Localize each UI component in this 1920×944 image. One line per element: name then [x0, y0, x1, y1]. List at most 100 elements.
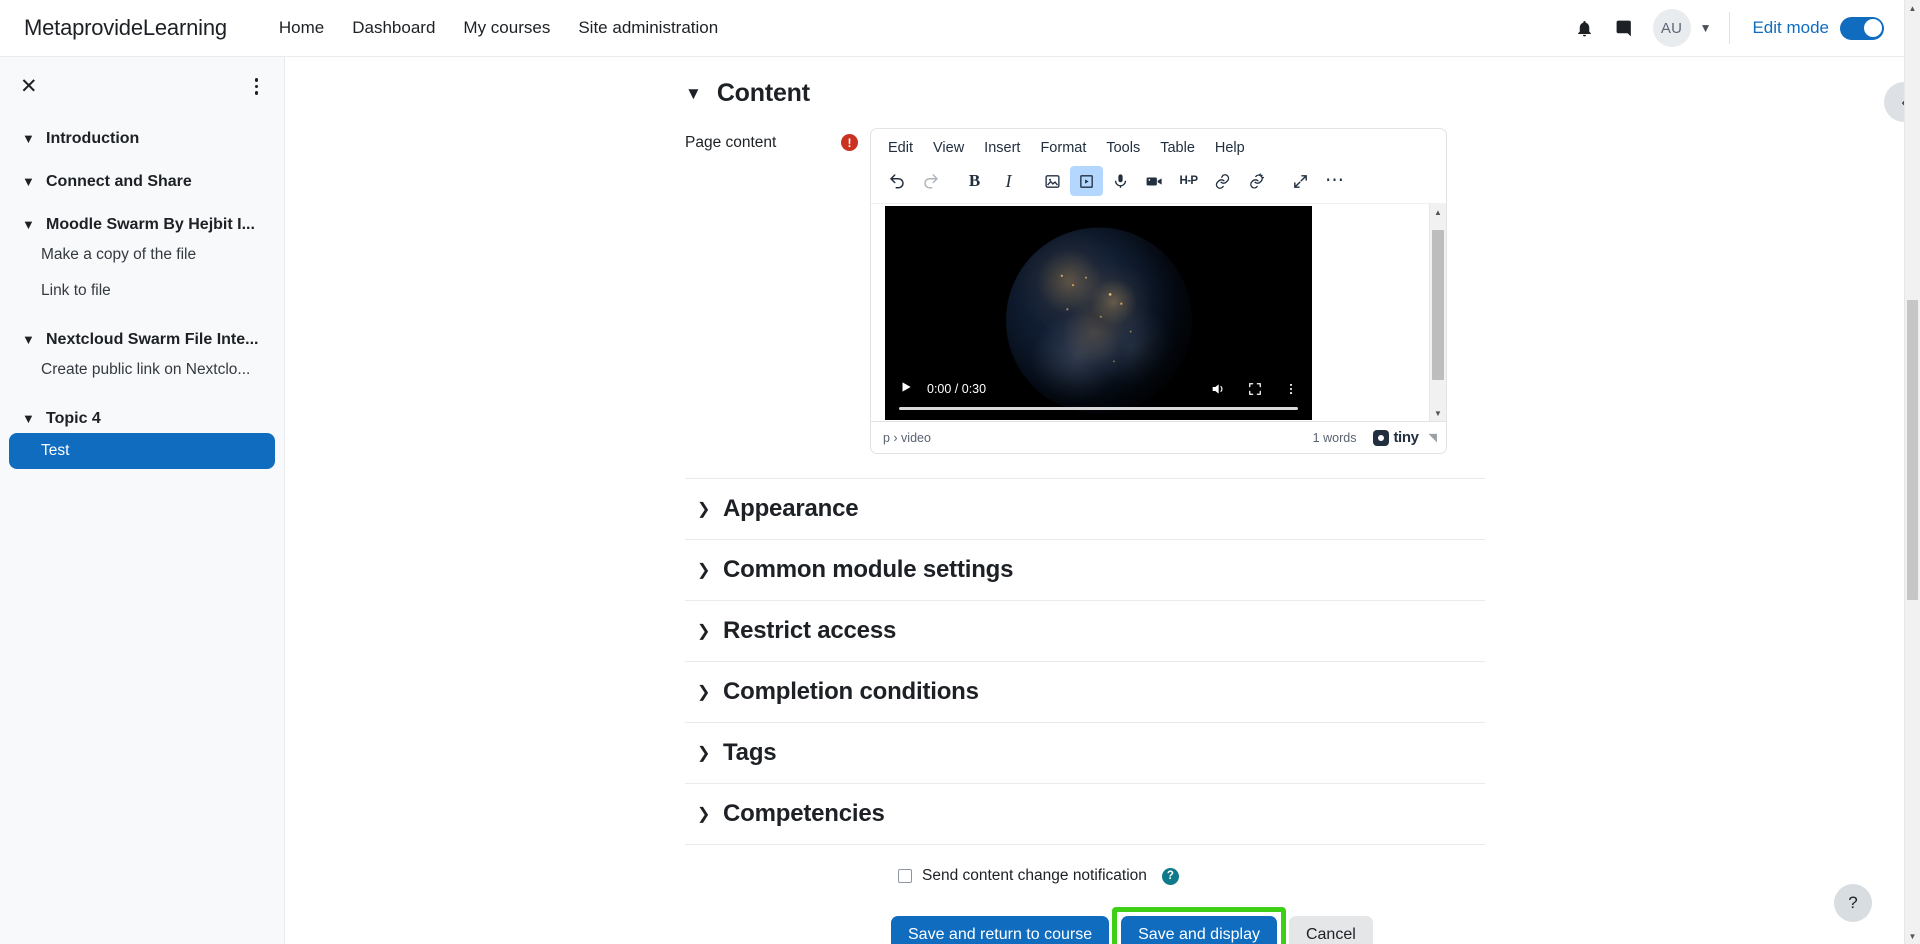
editor-menubar: Edit View Insert Format Tools Table Help: [871, 129, 1446, 163]
kebab-menu-icon[interactable]: [1284, 382, 1298, 396]
play-icon[interactable]: [899, 380, 913, 399]
editor-menu-format[interactable]: Format: [1031, 137, 1095, 159]
sidebar-section-header[interactable]: ▼ Topic 4: [0, 407, 284, 431]
chevron-right-icon: ❯: [697, 745, 711, 762]
send-content-change-notification-checkbox[interactable]: [898, 869, 912, 883]
sidebar-section-header[interactable]: ▼ Introduction: [0, 127, 284, 151]
editor-menu-insert[interactable]: Insert: [975, 137, 1029, 159]
form-action-buttons: Save and return to course Save and displ…: [685, 907, 1485, 944]
user-menu-button[interactable]: AU ▼: [1652, 9, 1712, 47]
volume-icon[interactable]: [1210, 381, 1226, 397]
editor-menu-table[interactable]: Table: [1151, 137, 1204, 159]
more-options-icon[interactable]: ⋯: [1318, 166, 1351, 196]
block-drawer-toggle[interactable]: ‹: [1884, 82, 1904, 122]
required-icon: !: [841, 134, 858, 151]
content-section-header[interactable]: ▼ Content: [685, 57, 1485, 118]
chevron-down-icon: ▼: [22, 131, 35, 146]
main-content: ‹ ▼ Content Page content ! Edit View Ins…: [285, 57, 1904, 944]
unlink-icon[interactable]: [1240, 166, 1273, 196]
bold-icon[interactable]: B: [958, 166, 991, 196]
redo-icon[interactable]: [914, 166, 947, 196]
section-completion-conditions[interactable]: ❯ Completion conditions: [685, 662, 1485, 723]
sidebar-section-header[interactable]: ▼ Connect and Share: [0, 170, 284, 194]
media-play-icon[interactable]: [1070, 166, 1103, 196]
notifications-button[interactable]: [1565, 8, 1605, 48]
chevron-right-icon: ❯: [697, 806, 711, 823]
editor-menu-help[interactable]: Help: [1206, 137, 1254, 159]
scroll-up-icon[interactable]: ▲: [1905, 0, 1920, 16]
editor-menu-view[interactable]: View: [924, 137, 973, 159]
editor-content-area[interactable]: 0:00 / 0:30 ▲ ▼: [871, 203, 1446, 421]
sidebar-section-header[interactable]: ▼ Nextcloud Swarm File Inte...: [0, 328, 284, 352]
chevron-down-icon: ▼: [685, 83, 702, 103]
italic-icon[interactable]: I: [992, 166, 1025, 196]
help-floating-button[interactable]: ?: [1834, 884, 1872, 922]
image-icon[interactable]: [1036, 166, 1069, 196]
sidebar-section-header[interactable]: ▼ Moodle Swarm By Hejbit I...: [0, 213, 284, 237]
close-icon[interactable]: ✕: [20, 76, 38, 97]
cancel-button[interactable]: Cancel: [1288, 916, 1373, 944]
sidebar-section-moodle-swarm: ▼ Moodle Swarm By Hejbit I... Make a cop…: [0, 213, 284, 309]
video-controls: 0:00 / 0:30: [885, 373, 1312, 420]
course-index-sidebar: ✕ ▼ Introduction ▼ Connect and Share ▼ M…: [0, 57, 285, 944]
sidebar-item-create-public-link[interactable]: Create public link on Nextclo...: [0, 352, 284, 388]
scroll-up-icon[interactable]: ▲: [1430, 204, 1446, 220]
embedded-video-player[interactable]: 0:00 / 0:30: [885, 206, 1312, 420]
h5p-icon[interactable]: H‑P: [1172, 166, 1205, 196]
navbar-divider: [1729, 12, 1731, 44]
editor-menu-edit[interactable]: Edit: [879, 137, 922, 159]
link-icon[interactable]: [1206, 166, 1239, 196]
tinymce-editor: Edit View Insert Format Tools Table Help: [870, 128, 1447, 454]
chevron-right-icon: ❯: [697, 623, 711, 640]
send-notification-row: Send content change notification ?: [685, 867, 1485, 885]
editor-word-count: 1 words: [1312, 430, 1357, 445]
microphone-icon[interactable]: [1104, 166, 1137, 196]
sidebar-item-link-to-file[interactable]: Link to file: [0, 273, 284, 309]
chevron-down-icon: ▼: [1699, 21, 1712, 35]
nav-link-dashboard[interactable]: Dashboard: [338, 18, 449, 38]
chat-bubble-icon: [1616, 20, 1631, 36]
fullscreen-icon[interactable]: [1284, 166, 1317, 196]
sidebar-section-topic-4: ▼ Topic 4 Test: [0, 407, 284, 469]
nav-link-site-administration[interactable]: Site administration: [564, 18, 732, 38]
page-scrollbar-thumb[interactable]: [1907, 300, 1918, 600]
scroll-down-icon[interactable]: ▼: [1905, 928, 1920, 944]
edit-mode-switch[interactable]: [1840, 16, 1884, 40]
page-scrollbar[interactable]: ▲ ▼: [1904, 0, 1920, 944]
kebab-menu-icon[interactable]: [251, 74, 263, 99]
site-brand[interactable]: MetaprovideLearning: [24, 15, 227, 41]
nav-link-my-courses[interactable]: My courses: [449, 18, 564, 38]
save-and-return-to-course-button[interactable]: Save and return to course: [891, 916, 1110, 944]
editor-toolbar: B I H‑P ⋯: [871, 163, 1446, 203]
tinymce-brand[interactable]: tiny: [1373, 429, 1419, 446]
fullscreen-icon[interactable]: [1248, 382, 1262, 396]
undo-icon[interactable]: [880, 166, 913, 196]
sidebar-section-nextcloud-swarm: ▼ Nextcloud Swarm File Inte... Create pu…: [0, 328, 284, 388]
editor-resize-handle[interactable]: ◥: [1429, 431, 1437, 444]
bell-icon: [1578, 20, 1591, 36]
save-and-display-button[interactable]: Save and display: [1121, 916, 1277, 944]
video-camera-icon[interactable]: [1138, 166, 1171, 196]
editor-element-path[interactable]: p › video: [883, 431, 931, 445]
messages-button[interactable]: [1605, 8, 1645, 48]
help-icon[interactable]: ?: [1161, 867, 1179, 885]
editor-menu-tools[interactable]: Tools: [1097, 137, 1149, 159]
section-restrict-access[interactable]: ❯ Restrict access: [685, 601, 1485, 662]
section-common-module-settings[interactable]: ❯ Common module settings: [685, 540, 1485, 601]
nav-link-home[interactable]: Home: [265, 18, 338, 38]
scroll-down-icon[interactable]: ▼: [1430, 405, 1446, 421]
sidebar-item-label: Nextcloud Swarm File Inte...: [46, 330, 259, 348]
chevron-right-icon: ❯: [697, 684, 711, 701]
video-progress-bar[interactable]: [899, 407, 1298, 410]
sidebar-item-make-a-copy-of-the-file[interactable]: Make a copy of the file: [0, 237, 284, 273]
sidebar-item-test[interactable]: Test: [9, 432, 275, 469]
sidebar-section-connect-and-share: ▼ Connect and Share: [0, 170, 284, 194]
editor-scrollbar-thumb[interactable]: [1432, 230, 1444, 380]
sidebar-item-label: Introduction: [46, 129, 140, 147]
editor-scrollbar[interactable]: ▲ ▼: [1429, 204, 1446, 421]
edit-mode-toggle[interactable]: Edit mode: [1752, 16, 1884, 40]
section-appearance[interactable]: ❯ Appearance: [685, 478, 1485, 540]
section-competencies[interactable]: ❯ Competencies: [685, 784, 1485, 845]
section-tags[interactable]: ❯ Tags: [685, 723, 1485, 784]
chevron-down-icon: ▼: [22, 174, 35, 189]
